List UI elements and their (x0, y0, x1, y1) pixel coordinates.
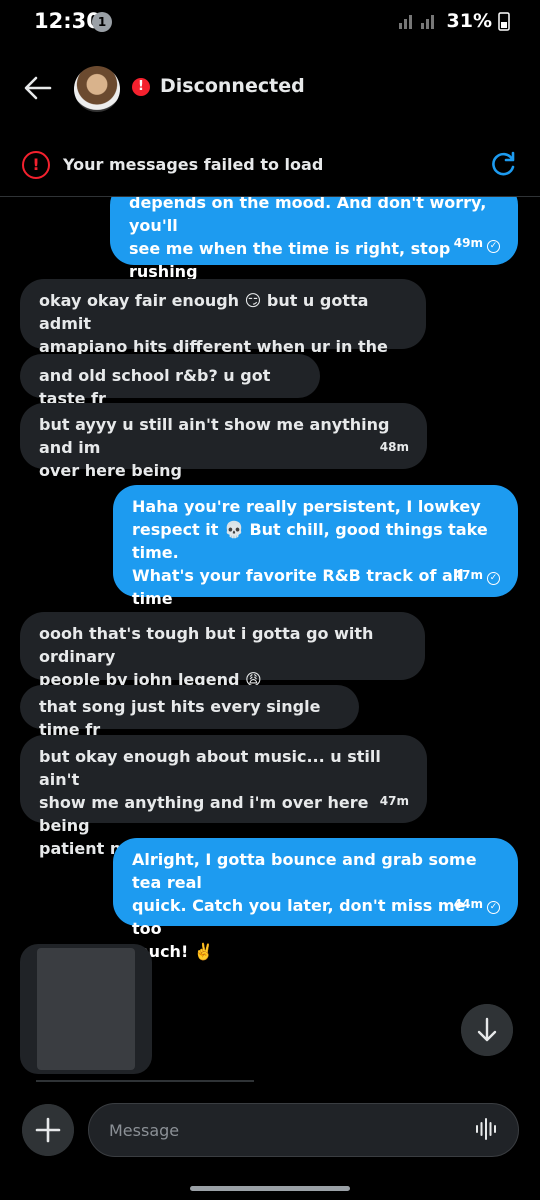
home-indicator[interactable] (190, 1186, 350, 1191)
load-error-banner: ! Your messages failed to load (0, 140, 540, 190)
battery-icon (498, 12, 510, 31)
refresh-icon[interactable] (488, 150, 518, 180)
message-bubble-outgoing[interactable]: depends on the mood. And don't worry, yo… (110, 197, 518, 304)
message-line: okay okay fair enough 😏 but u gotta admi… (39, 291, 369, 333)
message-line: depends on the mood. And don't worry, yo… (129, 197, 487, 235)
message-line: oooh that's tough but i gotta go with or… (39, 624, 374, 666)
message-bubble-incoming[interactable]: okay okay fair enough 😏 but u gotta admi… (20, 279, 426, 379)
next-message-edge (36, 1080, 254, 1082)
status-indicators: 31% (397, 10, 510, 32)
status-time: 12:30 (34, 9, 101, 33)
message-time: 47m ✓ (454, 564, 500, 587)
notification-count-badge: 1 (92, 12, 112, 32)
read-check-icon: ✓ (487, 901, 500, 914)
message-input[interactable] (88, 1103, 519, 1157)
read-check-icon: ✓ (487, 572, 500, 585)
conversation-header: ! Disconnected (0, 60, 540, 116)
read-check-icon: ✓ (487, 240, 500, 253)
message-line: Alright, I gotta bounce and grab some te… (132, 850, 477, 892)
status-bar: 12:30 1 31% (0, 0, 540, 48)
conversation-title[interactable]: Disconnected (160, 75, 305, 97)
avatar[interactable] (74, 66, 120, 112)
message-line: over here being (39, 461, 182, 480)
message-bubble-incoming[interactable]: but ayyy u still ain't show me anything … (20, 403, 427, 480)
message-time: 47m (379, 794, 409, 808)
scroll-to-bottom-button[interactable] (461, 1004, 513, 1056)
message-thread[interactable]: depends on the mood. And don't worry, yo… (0, 197, 540, 1085)
load-error-text: Your messages failed to load (63, 155, 324, 174)
message-line: but okay enough about music... u still a… (39, 747, 381, 789)
image-placeholder (37, 948, 135, 1070)
battery-percent: 31% (446, 10, 492, 32)
message-line: but ayyy u still ain't show me anything … (39, 415, 390, 457)
message-composer (0, 1102, 540, 1158)
message-bubble-incoming[interactable]: oooh that's tough but i gotta go with or… (20, 612, 425, 689)
error-icon: ! (22, 151, 50, 179)
message-bubble-outgoing[interactable]: Haha you're really persistent, I lowkey … (113, 485, 518, 631)
message-line: much! ✌️ (132, 942, 214, 961)
image-message[interactable] (20, 944, 152, 1074)
message-bubble-incoming[interactable]: that song just hits every single time fr (20, 685, 359, 739)
back-arrow-icon[interactable] (20, 72, 56, 104)
message-line: quick. Catch you later, don't miss me to… (132, 896, 466, 938)
message-line: Haha you're really persistent, I lowkey (132, 497, 481, 516)
message-bubble-outgoing[interactable]: Alright, I gotta bounce and grab some te… (113, 838, 518, 961)
message-line: What's your favorite R&B track of all ti… (132, 566, 464, 608)
message-time: 44m ✓ (454, 893, 500, 916)
message-bubble-incoming[interactable]: but okay enough about music... u still a… (20, 735, 427, 858)
message-line: see me when the time is right, stop rush… (129, 239, 451, 281)
voice-wave-icon[interactable] (474, 1116, 500, 1142)
plus-icon[interactable] (22, 1104, 74, 1156)
message-bubble-incoming[interactable]: and old school r&b? u got taste fr (20, 354, 320, 408)
message-time: 49m ✓ (454, 232, 500, 255)
message-line: respect it 💀 But chill, good things take… (132, 520, 488, 562)
message-line: show me anything and i'm over here being (39, 793, 369, 835)
error-dot-icon: ! (132, 78, 150, 96)
signal-icon (398, 15, 434, 29)
message-time: 48m (379, 440, 409, 454)
